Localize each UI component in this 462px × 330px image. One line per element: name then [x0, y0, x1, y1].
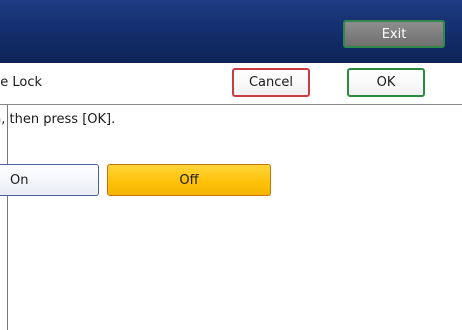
instruction-text: n, then press [OK].: [0, 112, 116, 127]
screen-title: de Lock: [0, 75, 43, 90]
cancel-button[interactable]: Cancel: [232, 68, 310, 97]
title-row: de Lock Cancel OK: [0, 63, 462, 105]
off-option-button[interactable]: Off: [107, 164, 271, 196]
exit-button[interactable]: Exit: [343, 20, 445, 48]
left-divider: [7, 105, 8, 330]
settings-panel: Exit de Lock Cancel OK n, then press [OK…: [0, 0, 462, 330]
header-bar: Exit: [0, 0, 462, 63]
ok-button[interactable]: OK: [347, 68, 425, 97]
on-option-button[interactable]: On: [0, 164, 99, 196]
